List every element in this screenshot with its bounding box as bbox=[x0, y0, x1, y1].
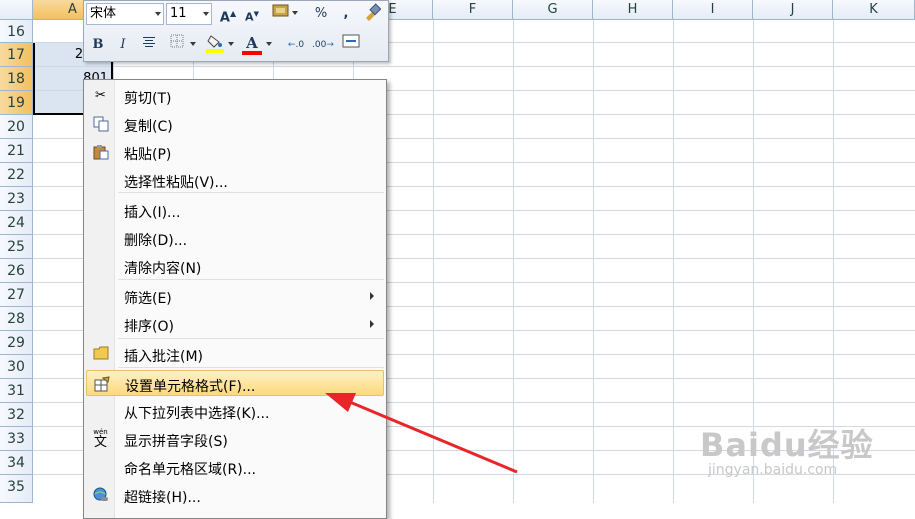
bold-button[interactable]: B bbox=[87, 34, 109, 56]
format-cells-icon bbox=[93, 376, 110, 392]
menu-item-label: 排序(O) bbox=[124, 319, 174, 335]
font-color-swatch bbox=[242, 51, 262, 55]
submenu-arrow-icon bbox=[370, 320, 374, 328]
merge-center-icon bbox=[342, 34, 360, 48]
chevron-down-icon bbox=[203, 12, 209, 16]
menu-item-insert-comment[interactable]: 插入批注(M) bbox=[86, 341, 384, 367]
accounting-dropdown-button[interactable] bbox=[290, 3, 300, 25]
comma-style-button[interactable]: , bbox=[335, 3, 357, 25]
font-name-select[interactable]: 宋体 bbox=[86, 3, 164, 25]
menu-item-format-cells[interactable]: 设置单元格格式(F)... bbox=[86, 370, 384, 396]
paste-icon bbox=[92, 144, 109, 160]
arrow-right-icon: → bbox=[326, 40, 334, 50]
menu-item-label: 删除(D)... bbox=[124, 233, 188, 249]
fill-color-button[interactable] bbox=[204, 32, 226, 54]
copy-icon bbox=[92, 116, 109, 132]
menu-item-clear-contents[interactable]: 清除内容(N) bbox=[86, 253, 384, 279]
decrease-decimal-label: .00 bbox=[312, 40, 327, 50]
italic-button[interactable]: I bbox=[112, 34, 134, 56]
menu-item-paste[interactable]: 粘贴(P) bbox=[86, 139, 384, 165]
comment-icon bbox=[92, 346, 109, 362]
menu-item-label: 筛选(E) bbox=[124, 291, 172, 307]
grow-font-icon: A bbox=[219, 10, 230, 26]
baidu-watermark-logo: Baidu经验 bbox=[700, 426, 874, 464]
menu-separator bbox=[118, 192, 384, 193]
menu-item-label: 显示拼音字段(S) bbox=[124, 434, 228, 450]
decrease-decimal-button[interactable]: .00→ bbox=[310, 34, 336, 56]
font-size-value: 11 bbox=[170, 6, 187, 21]
menu-item-label: 清除内容(N) bbox=[124, 261, 202, 277]
font-color-button[interactable]: A bbox=[241, 32, 263, 55]
menu-item-label: 剪切(T) bbox=[124, 91, 172, 107]
align-center-icon bbox=[143, 37, 155, 47]
menu-item-hyperlink[interactable]: 超链接(H)... bbox=[86, 482, 384, 508]
menu-item-paste-special[interactable]: 选择性粘贴(V)... bbox=[86, 167, 384, 193]
menu-item-label: 从下拉列表中选择(K)... bbox=[124, 406, 270, 422]
chevron-down-icon bbox=[292, 11, 298, 15]
context-menu: ✂ 剪切(T) 复制(C) 粘贴(P) 选择性粘贴(V)... 插入(I)...… bbox=[83, 79, 387, 519]
menu-item-label: 插入批注(M) bbox=[124, 349, 204, 365]
chevron-down-icon bbox=[190, 42, 196, 46]
submenu-arrow-icon bbox=[370, 292, 374, 300]
menu-separator bbox=[118, 338, 384, 339]
accounting-format-icon bbox=[272, 4, 289, 17]
baidu-watermark-url: jingyan.baidu.com bbox=[708, 462, 838, 478]
merge-center-button[interactable] bbox=[340, 34, 362, 56]
center-align-button[interactable] bbox=[138, 34, 160, 56]
font-name-value: 宋体 bbox=[90, 6, 117, 21]
menu-item-delete[interactable]: 删除(D)... bbox=[86, 225, 384, 251]
borders-icon bbox=[170, 34, 184, 48]
grow-font-button[interactable]: A▲ bbox=[217, 3, 239, 25]
increase-decimal-label: .0 bbox=[295, 40, 305, 50]
menu-item-filter[interactable]: 筛选(E) bbox=[86, 283, 384, 309]
menu-item-label: 命名单元格区域(R)... bbox=[124, 462, 257, 478]
accounting-format-button[interactable] bbox=[270, 3, 292, 25]
menu-item-label: 选择性粘贴(V)... bbox=[124, 175, 228, 191]
shrink-font-icon: A bbox=[245, 10, 254, 24]
font-color-icon: A bbox=[246, 34, 258, 52]
menu-item-sort[interactable]: 排序(O) bbox=[86, 311, 384, 337]
chevron-down-icon bbox=[266, 42, 272, 46]
borders-dropdown-button[interactable] bbox=[188, 34, 198, 56]
menu-separator bbox=[118, 367, 384, 368]
fill-color-icon bbox=[206, 35, 224, 53]
mini-toolbar: 宋体 11 A▲ A▼ % , B I A ←.0 .00→ bbox=[83, 0, 389, 62]
chevron-down-icon bbox=[155, 12, 161, 16]
menu-item-label: 复制(C) bbox=[124, 119, 173, 135]
menu-item-show-pinyin[interactable]: wén 文 显示拼音字段(S) bbox=[86, 426, 384, 452]
chevron-down-icon bbox=[228, 42, 234, 46]
menu-item-label: 粘贴(P) bbox=[124, 147, 172, 163]
pinyin-icon: wén 文 bbox=[92, 429, 109, 450]
menu-item-define-name[interactable]: 命名单元格区域(R)... bbox=[86, 454, 384, 480]
percent-style-button[interactable]: % bbox=[310, 3, 332, 25]
menu-item-insert[interactable]: 插入(I)... bbox=[86, 197, 384, 223]
menu-item-cut[interactable]: ✂ 剪切(T) bbox=[86, 83, 384, 109]
hyperlink-icon bbox=[92, 487, 109, 503]
menu-separator bbox=[118, 279, 384, 280]
menu-item-label: 插入(I)... bbox=[124, 205, 181, 221]
increase-decimal-button[interactable]: ←.0 bbox=[283, 34, 309, 56]
font-color-dropdown-button[interactable] bbox=[264, 34, 274, 56]
scissors-icon: ✂ bbox=[95, 88, 106, 103]
menu-item-copy[interactable]: 复制(C) bbox=[86, 111, 384, 137]
fill-color-dropdown-button[interactable] bbox=[226, 34, 236, 56]
font-size-select[interactable]: 11 bbox=[166, 3, 212, 25]
shrink-font-button[interactable]: A▼ bbox=[241, 3, 263, 25]
borders-button[interactable] bbox=[166, 34, 188, 56]
menu-item-label: 设置单元格格式(F)... bbox=[125, 379, 256, 395]
format-painter-button[interactable] bbox=[361, 3, 383, 25]
menu-item-label: 超链接(H)... bbox=[124, 490, 201, 506]
menu-item-pick-from-list[interactable]: 从下拉列表中选择(K)... bbox=[86, 398, 384, 424]
pinyin-icon-char: 文 bbox=[93, 435, 107, 450]
format-painter-icon bbox=[366, 3, 382, 21]
